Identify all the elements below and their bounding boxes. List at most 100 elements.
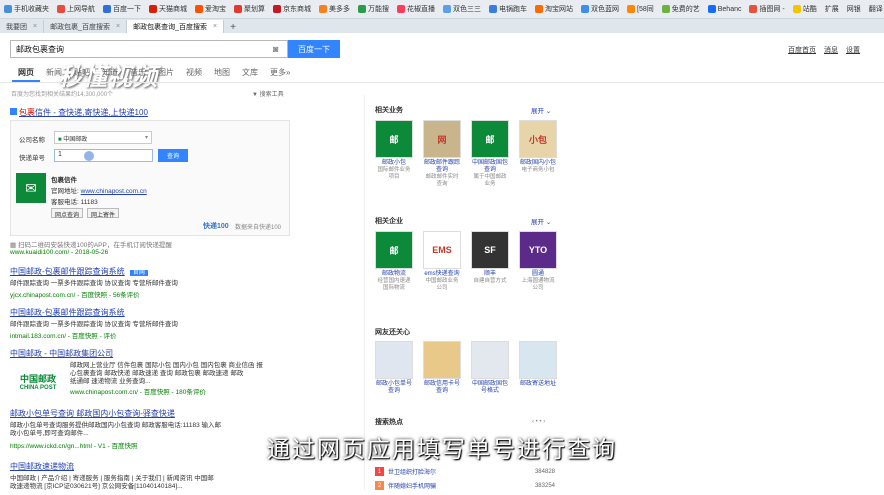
biz-name[interactable]: 邮政国内小包 <box>519 160 557 167</box>
bookmark-favicon-icon <box>443 5 451 13</box>
site-link[interactable]: www.chinapost.com.cn <box>81 188 147 195</box>
care-name[interactable]: 邮政寄送地址 <box>519 381 557 388</box>
ent-tile[interactable]: 邮邮政物流 经营国内速递国际物流 <box>375 231 413 292</box>
result-1-url[interactable]: www.kuaidi100.com/ - 2018-05-26 <box>10 249 108 256</box>
tab-strip: 我要团 × 邮政包裹_百度搜索 × 邮政包裹查询_百度搜索 × + <box>0 19 884 33</box>
hot-text[interactable]: 世卫组织打脸海尔 <box>388 467 498 476</box>
care-thumbnail <box>471 341 509 379</box>
bookmark-item[interactable]: [58同 <box>623 4 658 14</box>
care-tile[interactable]: 中国邮政国包号格式 <box>471 341 509 395</box>
ent-tile[interactable]: SF 顺丰 自建自营方式 <box>471 231 509 285</box>
messages-link[interactable]: 消息 <box>824 45 838 55</box>
result-3-url[interactable]: intmail.183.com.cn/ - 百度快照 - 评价 <box>10 330 178 340</box>
tracking-number-input[interactable]: 1 <box>54 149 153 162</box>
biz-tile[interactable]: 邮中国邮政国包查询 属于中国邮政业务 <box>471 120 509 188</box>
bookmark-favicon-icon <box>627 5 635 13</box>
tab-news[interactable]: 新闻 <box>40 63 68 82</box>
company-select[interactable]: ■ 中国邮政 ▾ <box>54 131 152 144</box>
home-link[interactable]: 百度首页 <box>788 45 816 55</box>
bookmark-item[interactable]: 淘宝网站 <box>531 4 577 14</box>
toolbar-item[interactable]: 翻译 <box>865 4 884 14</box>
bookmark-item[interactable]: 京东商城 <box>269 4 315 14</box>
biz-thumbnail: 网 <box>423 120 461 158</box>
tab-0[interactable]: 我要团 × <box>0 20 45 33</box>
result-4-title[interactable]: 中国邮政 - 中国邮政集团公司 <box>10 349 113 358</box>
result-4-url[interactable]: www.chinapost.com.cn/ - 百度快照 - 180条评价 <box>70 386 290 396</box>
tab-zhidao[interactable]: 知道 <box>96 63 124 82</box>
tab-images[interactable]: 图片 <box>152 63 180 82</box>
tab-tieba[interactable]: 贴吧 <box>68 63 96 82</box>
ent-name[interactable]: 圆通 <box>519 271 557 278</box>
result-2-url[interactable]: yjcx.chinapost.com.cn/ - 百度快照 - 56条评价 <box>10 289 178 299</box>
hot-item[interactable]: 2 伴随媳妇手机网骗 383254 <box>375 481 555 490</box>
settings-link[interactable]: 设置 <box>846 45 860 55</box>
camera-icon[interactable]: ◙ <box>273 44 278 54</box>
bookmark-item[interactable]: 上网导航 <box>53 4 99 14</box>
expand-business[interactable]: 展开 ⌄ <box>531 105 551 115</box>
bookmark-item[interactable]: 爱淘宝 <box>191 4 230 14</box>
biz-tile[interactable]: 网邮政邮件跟踪查询 邮政邮件实时查询 <box>423 120 461 188</box>
ent-tile[interactable]: YTO 圆通 上海圆通物流公司 <box>519 231 557 292</box>
toolbar-item[interactable]: 扩展 <box>821 4 843 14</box>
biz-name[interactable]: 中国邮政国包查询 <box>471 160 509 174</box>
close-icon[interactable]: × <box>116 23 120 30</box>
bookmark-item[interactable]: 双色三三 <box>439 4 485 14</box>
toolbar-item[interactable]: 网银 <box>843 4 865 14</box>
tab-wenku[interactable]: 文库 <box>236 63 264 82</box>
biz-tile[interactable]: 邮邮政小包 国际邮件业务项目 <box>375 120 413 181</box>
bookmark-item[interactable]: 聚划算 <box>230 4 269 14</box>
search-button[interactable]: 百度一下 <box>288 40 340 58</box>
bookmark-item[interactable]: 插图网 - <box>745 4 788 14</box>
tab-video[interactable]: 视频 <box>180 63 208 82</box>
ent-name[interactable]: 顺丰 <box>471 271 509 278</box>
biz-tile[interactable]: 小包 邮政国内小包 电子商务小包 <box>519 120 557 174</box>
tab-2[interactable]: 邮政包裹查询_百度搜索 × <box>127 20 225 33</box>
bookmark-item[interactable]: 双色蓝网 <box>577 4 623 14</box>
bookmark-item[interactable]: 手机收藏夹 <box>0 4 53 14</box>
close-icon[interactable]: × <box>33 23 37 30</box>
bookmark-item[interactable]: 百度一下 <box>99 4 145 14</box>
result-5-title[interactable]: 邮政小包单号查询 邮政国内小包查询-驿查快递 <box>10 409 175 418</box>
online-send-button[interactable]: 网上寄件 <box>87 208 120 219</box>
tab-music[interactable]: 音乐 <box>124 63 152 82</box>
care-tile[interactable]: 邮政寄送地址 <box>519 341 557 388</box>
tab-map[interactable]: 地图 <box>208 63 236 82</box>
care-tile[interactable]: 邮政信用卡号查询 <box>423 341 461 395</box>
bookmark-item[interactable]: 美多多 <box>315 4 354 14</box>
bookmark-item[interactable]: 电锅跑车 <box>485 4 531 14</box>
bookmark-item[interactable]: Behanc <box>704 4 746 14</box>
tab-more[interactable]: 更多» <box>264 63 296 82</box>
bookmark-item[interactable]: 免费的艺 <box>658 4 704 14</box>
biz-name[interactable]: 邮政小包 <box>375 160 413 167</box>
hot-item[interactable]: 1 世卫组织打脸海尔 384828 <box>375 467 555 476</box>
tab-web[interactable]: 网页 <box>12 63 40 82</box>
bookmark-item[interactable]: 万能搜 <box>354 4 393 14</box>
expand-companies[interactable]: 展开 ⌄ <box>531 216 551 226</box>
bookmark-item[interactable]: 站酷 <box>789 4 821 14</box>
video-caption: 通过网页应用填写单号进行查询 <box>267 437 617 463</box>
bookmark-item[interactable]: 天猫商城 <box>145 4 191 14</box>
pager-dots[interactable]: ‹ • • › <box>532 419 545 425</box>
result-3-title[interactable]: 中国邮政-包裹邮件跟踪查询系统 <box>10 308 125 317</box>
ent-name[interactable]: ems快递查询 <box>423 271 461 278</box>
cursor-indicator <box>84 151 94 161</box>
care-name[interactable]: 邮政信用卡号查询 <box>423 381 461 395</box>
bookmark-item[interactable]: 花椒直播 <box>393 4 439 14</box>
care-name[interactable]: 邮政小包单号查询 <box>375 381 413 395</box>
result-1-title[interactable]: 包裹信件 - 查快递,寄快递,上快递100 <box>10 107 148 118</box>
hot-text[interactable]: 伴随媳妇手机网骗 <box>388 481 498 490</box>
new-tab-icon[interactable]: + <box>224 22 242 33</box>
query-button[interactable]: 查询 <box>158 149 188 162</box>
care-tile[interactable]: 邮政小包单号查询 <box>375 341 413 395</box>
ent-tile[interactable]: EMS ems快递查询 中国邮政业务公司 <box>423 231 461 292</box>
result-2-title[interactable]: 中国邮政-包裹邮件跟踪查询系统 <box>10 267 125 276</box>
outlet-query-button[interactable]: 网点查询 <box>51 208 84 219</box>
ent-name[interactable]: 邮政物流 <box>375 271 413 278</box>
bookmark-favicon-icon <box>273 5 281 13</box>
care-name[interactable]: 中国邮政国包号格式 <box>471 381 509 395</box>
search-tools[interactable]: ▼ 搜索工具 <box>252 89 284 98</box>
tab-1[interactable]: 邮政包裹_百度搜索 × <box>44 20 128 33</box>
search-input[interactable]: 邮政包裹查询 <box>10 40 288 58</box>
biz-name[interactable]: 邮政邮件跟踪查询 <box>423 160 461 174</box>
close-icon[interactable]: × <box>213 23 217 30</box>
